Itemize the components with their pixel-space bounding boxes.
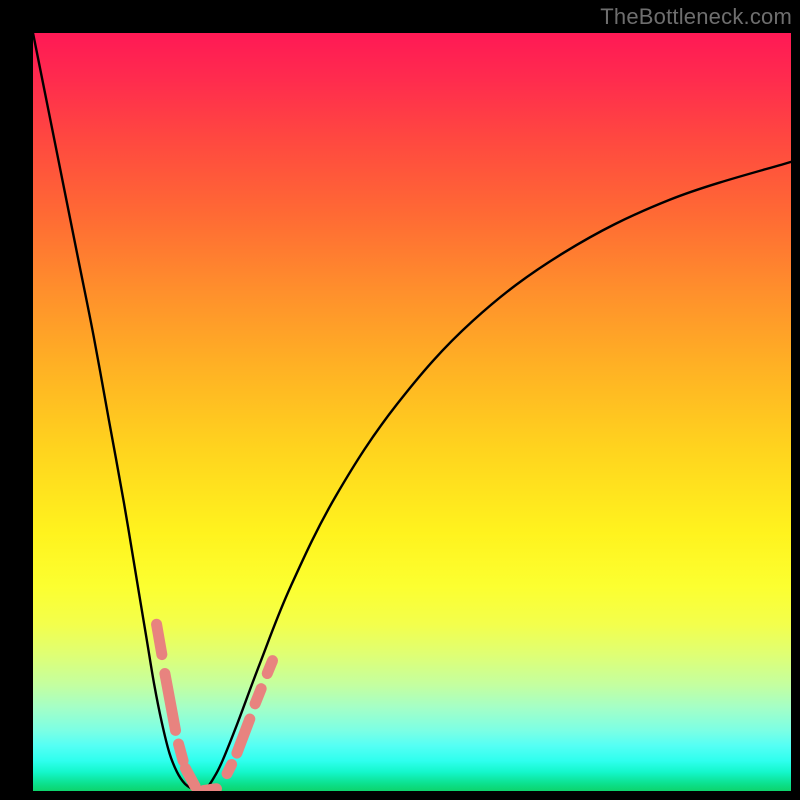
chart-frame: TheBottleneck.com: [0, 0, 800, 800]
data-segment-2: [179, 744, 184, 761]
plot-area: [33, 33, 791, 791]
curve-right-branch: [200, 162, 791, 791]
data-segment-8: [267, 661, 272, 674]
data-segment-3: [185, 768, 195, 786]
data-segment-6: [237, 719, 250, 753]
data-segment-0: [157, 624, 162, 654]
data-segment-5: [227, 764, 232, 773]
data-segment-7: [255, 689, 261, 704]
data-segment-4: [204, 789, 217, 791]
watermark-text: TheBottleneck.com: [600, 4, 792, 30]
data-segment-1: [165, 674, 176, 731]
curve-layer: [33, 33, 791, 791]
curve-left-branch: [33, 33, 200, 791]
